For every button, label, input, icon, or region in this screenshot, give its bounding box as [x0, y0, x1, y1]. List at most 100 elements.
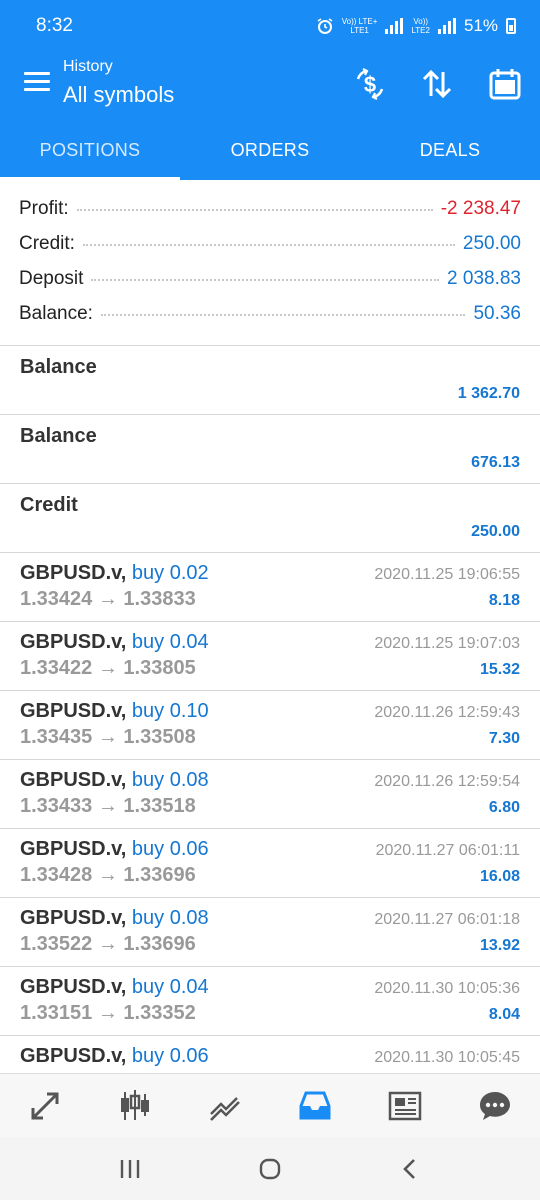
- page-subtitle: History: [63, 58, 113, 75]
- deal-profit: 7.30: [488, 730, 520, 747]
- deal-symbol: GBPUSD.v, buy 0.06: [20, 1045, 209, 1067]
- deal-prices: 1.33428 → 1.33696: [20, 864, 196, 886]
- tab-deals[interactable]: DEALS: [360, 120, 540, 180]
- account-summary: Profit: -2 238.47 Credit: 250.00 Deposit…: [0, 182, 540, 346]
- status-indicators: Vo)) LTE+ LTE1 Vo)) LTE2 51%: [316, 16, 516, 36]
- calendar-icon[interactable]: [487, 66, 523, 102]
- operation-amount: 1 362.70: [457, 385, 520, 402]
- deal-time: 2020.11.27 06:01:11: [375, 842, 520, 859]
- deal-profit: 8.18: [488, 592, 520, 609]
- battery-icon: [506, 18, 516, 34]
- recent-apps-button[interactable]: [110, 1149, 150, 1189]
- balance-label: Balance:: [19, 303, 93, 324]
- status-bar: 8:32 Vo)) LTE+ LTE1 Vo)) LTE2 51%: [0, 0, 540, 52]
- deal-symbol: GBPUSD.v, buy 0.10: [20, 700, 209, 722]
- deal-row[interactable]: GBPUSD.v, buy 0.04 1.33151 → 1.33352 202…: [0, 967, 540, 1036]
- deal-row[interactable]: GBPUSD.v, buy 0.08 1.33433 → 1.33518 202…: [0, 760, 540, 829]
- deal-symbol: GBPUSD.v, buy 0.04: [20, 631, 209, 653]
- bottom-navigation: [0, 1073, 540, 1137]
- deal-direction: buy 0.06: [131, 1045, 209, 1067]
- deal-direction: buy 0.08: [131, 907, 209, 929]
- chart-icon[interactable]: [90, 1074, 180, 1137]
- signal-icon: [385, 18, 404, 34]
- deal-profit: 13.92: [479, 937, 520, 954]
- credit-row: Credit: 250.00: [19, 233, 521, 268]
- messages-icon[interactable]: [450, 1074, 540, 1137]
- deal-prices: 1.33424 → 1.33833: [20, 588, 196, 610]
- sim2-indicator: Vo)) LTE2: [411, 17, 430, 35]
- credit-value: 250.00: [462, 233, 521, 254]
- dotted-leader: [82, 244, 455, 246]
- deal-symbol: GBPUSD.v, buy 0.04: [20, 976, 209, 998]
- battery-percent: 51%: [463, 16, 498, 35]
- deal-profit: 15.32: [479, 661, 520, 678]
- history-icon[interactable]: [270, 1074, 360, 1137]
- deal-direction: buy 0.04: [131, 631, 209, 653]
- deal-symbol: GBPUSD.v, buy 0.02: [20, 562, 209, 584]
- deal-time: 2020.11.25 19:07:03: [374, 635, 520, 652]
- operation-type: Balance: [20, 425, 97, 447]
- deposit-label: Deposit: [19, 268, 84, 289]
- status-time: 8:32: [36, 15, 73, 36]
- system-navigation-bar: [0, 1137, 540, 1200]
- deal-prices: 1.33522 → 1.33696: [20, 933, 196, 955]
- news-icon[interactable]: [360, 1074, 450, 1137]
- sort-icon[interactable]: [419, 66, 455, 102]
- deal-prices: 1.33435 → 1.33508: [20, 726, 196, 748]
- operation-type: Credit: [20, 494, 78, 516]
- home-button[interactable]: [250, 1149, 290, 1189]
- deal-row[interactable]: GBPUSD.v, buy 0.04 1.33422 → 1.33805 202…: [0, 622, 540, 691]
- page-title[interactable]: All symbols: [63, 82, 174, 108]
- deal-time: 2020.11.30 10:05:45: [374, 1049, 520, 1066]
- deal-symbol: GBPUSD.v, buy 0.08: [20, 769, 209, 791]
- deal-time: 2020.11.25 19:06:55: [374, 566, 520, 583]
- deal-direction: buy 0.06: [131, 838, 209, 860]
- trade-icon[interactable]: [180, 1074, 270, 1137]
- balance-value: 50.36: [473, 303, 521, 324]
- balance-row: Balance: 50.36: [19, 303, 521, 338]
- deal-direction: buy 0.10: [131, 700, 209, 722]
- signal-icon-2: [437, 18, 456, 34]
- deal-row[interactable]: GBPUSD.v, buy 0.02 1.33424 → 1.33833 202…: [0, 553, 540, 622]
- profit-value: -2 238.47: [440, 198, 521, 219]
- deal-time: 2020.11.30 10:05:36: [374, 980, 520, 997]
- quotes-icon[interactable]: [0, 1074, 90, 1137]
- history-list: Balance 1 362.70 Balance 676.13 Credit 2…: [0, 346, 540, 1105]
- tab-orders[interactable]: ORDERS: [180, 120, 360, 180]
- deal-profit: 6.80: [488, 799, 520, 816]
- dotted-leader: [91, 279, 440, 281]
- currency-exchange-icon[interactable]: $: [352, 66, 388, 102]
- operation-type: Balance: [20, 356, 97, 378]
- list-item[interactable]: Balance 1 362.70: [0, 346, 540, 415]
- tab-bar: POSITIONS ORDERS DEALS: [0, 120, 540, 180]
- deal-row[interactable]: GBPUSD.v, buy 0.08 1.33522 → 1.33696 202…: [0, 898, 540, 967]
- deal-prices: 1.33433 → 1.33518: [20, 795, 196, 817]
- alarm-icon: [317, 18, 333, 34]
- deal-direction: buy 0.04: [131, 976, 209, 998]
- operation-amount: 676.13: [471, 454, 520, 471]
- deal-symbol: GBPUSD.v, buy 0.08: [20, 907, 209, 929]
- menu-icon[interactable]: [24, 72, 50, 92]
- app-bar: History All symbols $: [0, 52, 540, 120]
- deal-time: 2020.11.26 12:59:43: [374, 704, 520, 721]
- sim1-indicator: Vo)) LTE+ LTE1: [341, 17, 378, 35]
- deal-profit: 16.08: [479, 868, 520, 885]
- deal-prices: 1.33151 → 1.33352: [20, 1002, 196, 1024]
- back-button[interactable]: [390, 1149, 430, 1189]
- dotted-leader: [100, 314, 466, 316]
- deal-prices: 1.33422 → 1.33805: [20, 657, 196, 679]
- deal-row[interactable]: GBPUSD.v, buy 0.10 1.33435 → 1.33508 202…: [0, 691, 540, 760]
- deal-direction: buy 0.02: [131, 562, 209, 584]
- list-item[interactable]: Credit 250.00: [0, 484, 540, 553]
- deal-time: 2020.11.26 12:59:54: [374, 773, 520, 790]
- tab-positions[interactable]: POSITIONS: [0, 120, 180, 180]
- list-item[interactable]: Balance 676.13: [0, 415, 540, 484]
- deal-row[interactable]: GBPUSD.v, buy 0.06 1.33428 → 1.33696 202…: [0, 829, 540, 898]
- deal-symbol: GBPUSD.v, buy 0.06: [20, 838, 209, 860]
- operation-amount: 250.00: [471, 523, 520, 540]
- deposit-row: Deposit 2 038.83: [19, 268, 521, 303]
- dotted-leader: [76, 209, 433, 211]
- deposit-value: 2 038.83: [447, 268, 521, 289]
- deal-profit: 8.04: [488, 1006, 520, 1023]
- deal-time: 2020.11.27 06:01:18: [374, 911, 520, 928]
